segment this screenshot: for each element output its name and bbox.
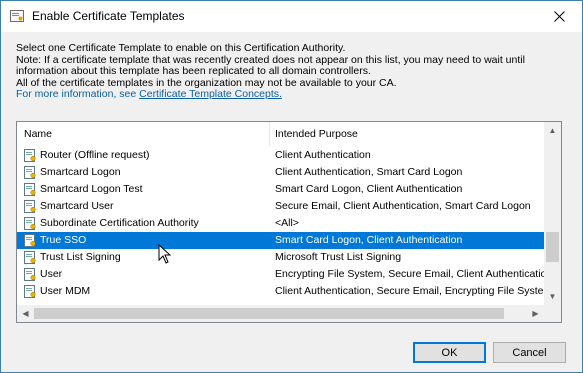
certificate-template-icon	[24, 234, 36, 247]
template-name: Subordinate Certification Authority	[40, 217, 199, 229]
certificate-template-icon	[24, 166, 36, 179]
scroll-up-arrow-icon[interactable]: ▲	[544, 122, 561, 139]
certificate-template-icon	[24, 268, 36, 281]
template-name: Router (Offline request)	[40, 149, 150, 161]
list-header: Name Intended Purpose	[17, 122, 544, 146]
close-button[interactable]	[536, 1, 582, 32]
scroll-right-arrow-icon[interactable]: ▶	[527, 305, 544, 322]
certificate-authority-icon	[10, 10, 24, 22]
table-row[interactable]: Router (Offline request) Client Authenti…	[17, 147, 544, 164]
horizontal-scrollbar[interactable]: ◀ ▶	[17, 305, 544, 322]
table-row-selected[interactable]: True SSO Smart Card Logon, Client Authen…	[17, 232, 544, 249]
description-line: Select one Certificate Template to enabl…	[16, 42, 346, 54]
certificate-template-icon	[24, 183, 36, 196]
more-info-prefix: For more information, see	[16, 88, 140, 100]
close-icon	[553, 11, 565, 22]
more-info-line: For more information, see Certificate Te…	[16, 88, 571, 101]
template-purpose: Secure Email, Client Authentication, Sma…	[275, 200, 531, 212]
template-purpose: Client Authentication, Smart Card Logon	[275, 166, 463, 178]
template-purpose: <All>	[275, 217, 299, 229]
horizontal-scroll-thumb[interactable]	[34, 308, 504, 319]
mouse-pointer-icon	[158, 244, 172, 264]
table-row[interactable]: User Encrypting File System, Secure Emai…	[17, 266, 544, 283]
dialog-window: Enable Certificate Templates Select one …	[0, 0, 583, 373]
template-name: User	[40, 268, 63, 280]
template-purpose: Smart Card Logon, Client Authentication	[275, 234, 463, 246]
template-list[interactable]: Name Intended Purpose Router (Offline re…	[16, 121, 562, 323]
description: Select one Certificate Template to enabl…	[16, 42, 571, 101]
table-row[interactable]: User MDM Client Authentication, Secure E…	[17, 283, 544, 300]
window-title: Enable Certificate Templates	[32, 9, 185, 23]
template-name: True SSO	[40, 234, 87, 246]
certificate-template-icon	[24, 200, 36, 213]
template-name: Trust List Signing	[40, 251, 121, 263]
table-row[interactable]: Smartcard Logon Test Smart Card Logon, C…	[17, 181, 544, 198]
template-purpose: Microsoft Trust List Signing	[275, 251, 402, 263]
template-purpose: Client Authentication, Secure Email, Enc…	[275, 285, 544, 297]
table-row[interactable]: Trust List Signing Microsoft Trust List …	[17, 249, 544, 266]
column-header-purpose[interactable]: Intended Purpose	[275, 128, 358, 140]
description-line: information about this template has been…	[16, 65, 371, 77]
vertical-scrollbar[interactable]: ▲ ▼	[544, 122, 561, 305]
scroll-down-arrow-icon[interactable]: ▼	[544, 288, 561, 305]
template-purpose: Smart Card Logon, Client Authentication	[275, 183, 463, 195]
table-row[interactable]: Subordinate Certification Authority <All…	[17, 215, 544, 232]
table-row[interactable]: Smartcard Logon Client Authentication, S…	[17, 164, 544, 181]
scrollbar-corner	[544, 305, 561, 322]
vertical-scroll-thumb[interactable]	[546, 232, 559, 262]
certificate-template-icon	[24, 217, 36, 230]
template-concepts-link[interactable]: Certificate Template Concepts.	[139, 88, 282, 100]
column-divider[interactable]	[269, 122, 270, 146]
cancel-button[interactable]: Cancel	[493, 342, 566, 363]
template-name: Smartcard User	[40, 200, 114, 212]
certificate-template-icon	[24, 149, 36, 162]
template-name: Smartcard Logon	[40, 166, 121, 178]
certificate-template-icon	[24, 285, 36, 298]
certificate-template-icon	[24, 251, 36, 264]
scroll-left-arrow-icon[interactable]: ◀	[17, 305, 34, 322]
table-row[interactable]: Smartcard User Secure Email, Client Auth…	[17, 198, 544, 215]
template-name: User MDM	[40, 285, 91, 297]
column-header-name[interactable]: Name	[24, 128, 52, 140]
template-purpose: Encrypting File System, Secure Email, Cl…	[275, 268, 544, 280]
ok-button[interactable]: OK	[413, 342, 486, 363]
template-name: Smartcard Logon Test	[40, 183, 143, 195]
title-bar: Enable Certificate Templates	[1, 1, 582, 32]
template-purpose: Client Authentication	[275, 149, 371, 161]
